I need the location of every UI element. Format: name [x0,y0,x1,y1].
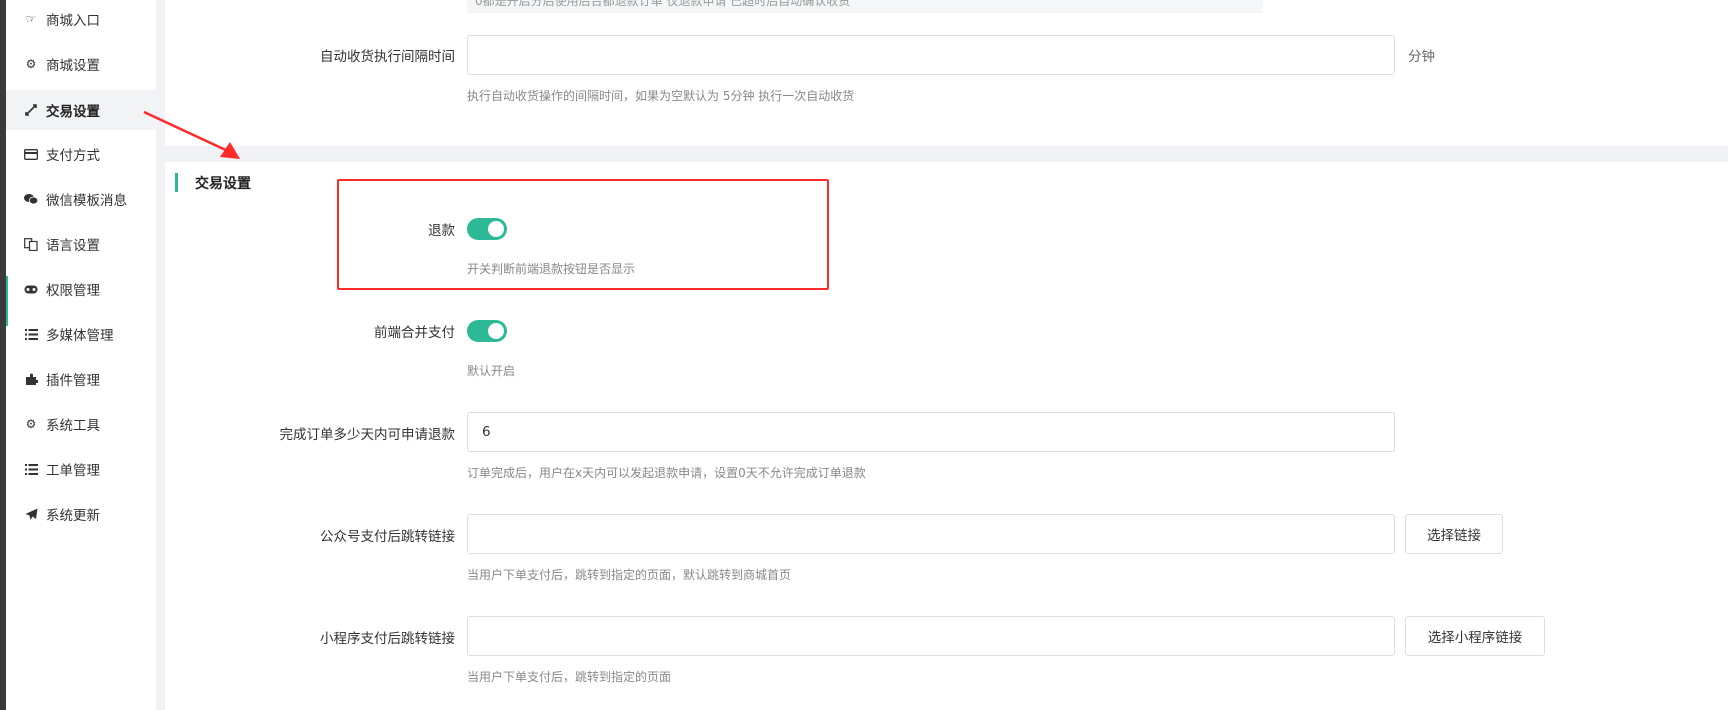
sidebar-item-label: 系统更新 [46,508,100,524]
gear-icon: ⚙ [25,417,37,431]
toggle-knob [488,323,504,339]
sidebar-scroll-indicator [6,276,8,326]
refund-days-label: 完成订单多少天内可申请退款 [279,427,456,443]
merge-pay-help: 默认开启 [467,364,516,378]
mp-redirect-input[interactable] [467,514,1395,554]
list-icon [24,462,38,476]
section-title: 交易设置 [195,176,251,192]
mini-redirect-help: 当用户下单支付后，跳转到指定的页面 [467,670,672,684]
sidebar-item-label: 商城入口 [46,13,100,29]
sidebar-item-label: 支付方式 [46,148,100,164]
mini-redirect-input[interactable] [467,616,1395,656]
mp-redirect-help: 当用户下单支付后，跳转到指定的页面，默认跳转到商城首页 [467,568,792,582]
list-icon [24,327,38,341]
mp-redirect-label: 公众号支付后跳转链接 [320,529,455,545]
sidebar-item-plugins[interactable]: 插件管理 [6,359,156,399]
main-content: 0都是开启分后使用后台都退款订单 仅退款申请 已超时后自动确认收货 自动收货执行… [165,0,1728,710]
gear-icon: ⚙ [25,57,37,71]
sidebar-item-permissions[interactable]: 权限管理 [6,269,156,309]
credit-card-icon [24,147,38,161]
minute-suffix: 分钟 [1408,49,1435,65]
merge-pay-toggle[interactable] [467,320,507,342]
sidebar: ☞ 商城入口 ⚙ 商城设置 交易设置 支付方式 微信模板消息 语言设置 权限管理 [6,0,156,710]
sidebar-item-label: 插件管理 [46,373,100,389]
sidebar-item-wechat-template[interactable]: 微信模板消息 [6,179,156,219]
auto-receive-panel: 0都是开启分后使用后台都退款订单 仅退款申请 已超时后自动确认收货 自动收货执行… [165,0,1728,146]
wechat-icon [24,192,38,206]
refund-days-help: 订单完成后，用户在x天内可以发起退款申请，设置0天不允许完成订单退款 [467,466,866,480]
paper-plane-icon [24,507,38,521]
sidebar-item-payment[interactable]: 支付方式 [6,134,156,174]
sidebar-item-label: 交易设置 [46,104,100,120]
sidebar-item-label: 工单管理 [46,463,100,479]
merge-pay-label: 前端合并支付 [374,325,455,341]
gamepad-icon [24,282,38,296]
sidebar-item-trade-settings[interactable]: 交易设置 [6,90,156,130]
hand-pointer-icon: ☞ [25,12,37,26]
puzzle-icon [24,372,38,386]
select-mini-link-button[interactable]: 选择小程序链接 [1405,616,1545,656]
mini-redirect-label: 小程序支付后跳转链接 [320,631,455,647]
refund-days-input[interactable]: 6 [467,412,1395,452]
sidebar-item-label: 权限管理 [46,283,100,299]
exchange-icon [24,103,38,117]
auto-receive-interval-input[interactable] [467,35,1395,75]
sidebar-item-tickets[interactable]: 工单管理 [6,449,156,489]
section-separator [165,146,1728,162]
language-icon [24,237,38,251]
auto-receive-label: 自动收货执行间隔时间 [320,49,455,65]
sidebar-item-label: 微信模板消息 [46,193,127,209]
select-link-button[interactable]: 选择链接 [1405,514,1503,554]
annotation-highlight-box [337,179,829,290]
truncated-help-text: 0都是开启分后使用后台都退款订单 仅退款申请 已超时后自动确认收货 [467,0,1263,13]
auto-receive-help: 执行自动收货操作的间隔时间，如果为空默认为 5分钟 执行一次自动收货 [467,89,855,103]
section-accent-bar [175,173,178,192]
sidebar-item-mall-entry[interactable]: ☞ 商城入口 [6,0,156,39]
annotation-arrow [143,110,240,159]
